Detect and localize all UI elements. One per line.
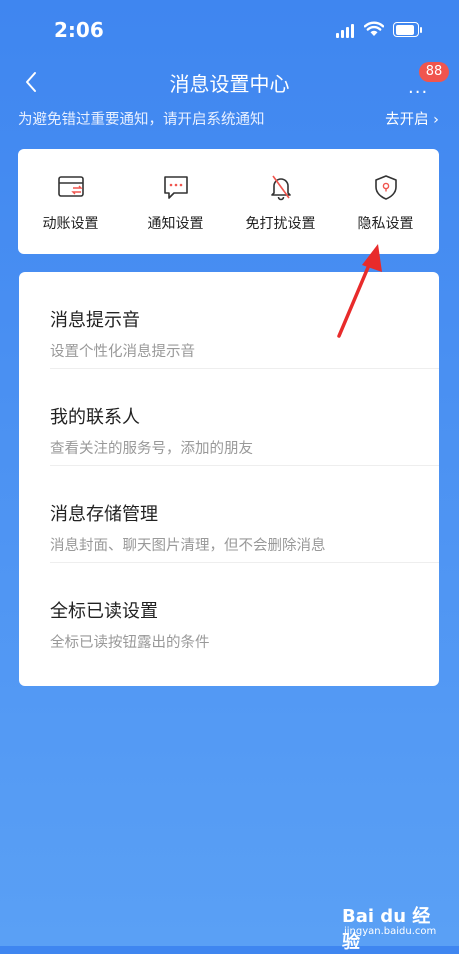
more-dots-icon: ··· xyxy=(408,82,429,103)
shortcut-account-settings[interactable]: 动账设置 xyxy=(18,149,123,254)
wifi-icon xyxy=(364,21,384,36)
shortcut-label: 隐私设置 xyxy=(357,216,414,232)
baidu-jingyan-watermark: Bai du 经验 jingyan.baidu.com xyxy=(342,902,442,953)
status-bar: 2:06 xyxy=(0,0,459,62)
settings-row-title: 我的联系人 xyxy=(50,407,140,428)
settings-row-description: 设置个性化消息提示音 xyxy=(50,344,195,360)
shortcut-notification-settings[interactable]: 通知设置 xyxy=(123,149,228,254)
settings-row-message-storage[interactable]: 消息存储管理 消息封面、聊天图片清理，但不会删除消息 xyxy=(19,466,439,563)
annotation-arrow-icon xyxy=(337,244,382,338)
card-transfer-icon xyxy=(58,176,84,197)
shortcut-label: 免打扰设置 xyxy=(245,216,316,232)
settings-row-description: 查看关注的服务号，添加的朋友 xyxy=(50,441,253,457)
battery-icon xyxy=(393,22,422,37)
cellular-signal-icon xyxy=(336,24,358,38)
notification-badge: 88 xyxy=(419,62,449,82)
settings-row-title: 全标已读设置 xyxy=(50,601,158,622)
settings-row-title: 消息存储管理 xyxy=(50,504,158,525)
settings-row-my-contacts[interactable]: 我的联系人 查看关注的服务号，添加的朋友 xyxy=(19,369,439,466)
page-title: 消息设置中心 xyxy=(169,72,290,96)
status-time: 2:06 xyxy=(54,18,104,42)
message-dots-icon xyxy=(164,176,188,199)
shortcut-do-not-disturb[interactable]: 免打扰设置 xyxy=(228,149,333,254)
enable-notification-link[interactable]: 去开启 › xyxy=(385,108,439,129)
shield-icon xyxy=(375,175,397,200)
settings-row-mark-all-read[interactable]: 全标已读设置 全标已读按钮露出的条件 xyxy=(19,563,439,660)
settings-row-title: 消息提示音 xyxy=(50,310,140,331)
nav-bar: 消息设置中心 ··· xyxy=(0,60,459,104)
shortcut-label: 动账设置 xyxy=(42,216,99,232)
notice-text: 为避免错过重要通知，请开启系统通知 xyxy=(18,112,265,128)
settings-row-description: 消息封面、聊天图片清理，但不会删除消息 xyxy=(50,538,326,554)
system-notification-banner: 为避免错过重要通知，请开启系统通知 去开启 › xyxy=(0,106,459,132)
shortcut-label: 通知设置 xyxy=(147,216,204,232)
bell-off-icon xyxy=(271,175,291,201)
watermark-url: jingyan.baidu.com xyxy=(344,926,437,937)
settings-row-description: 全标已读按钮露出的条件 xyxy=(50,635,210,651)
